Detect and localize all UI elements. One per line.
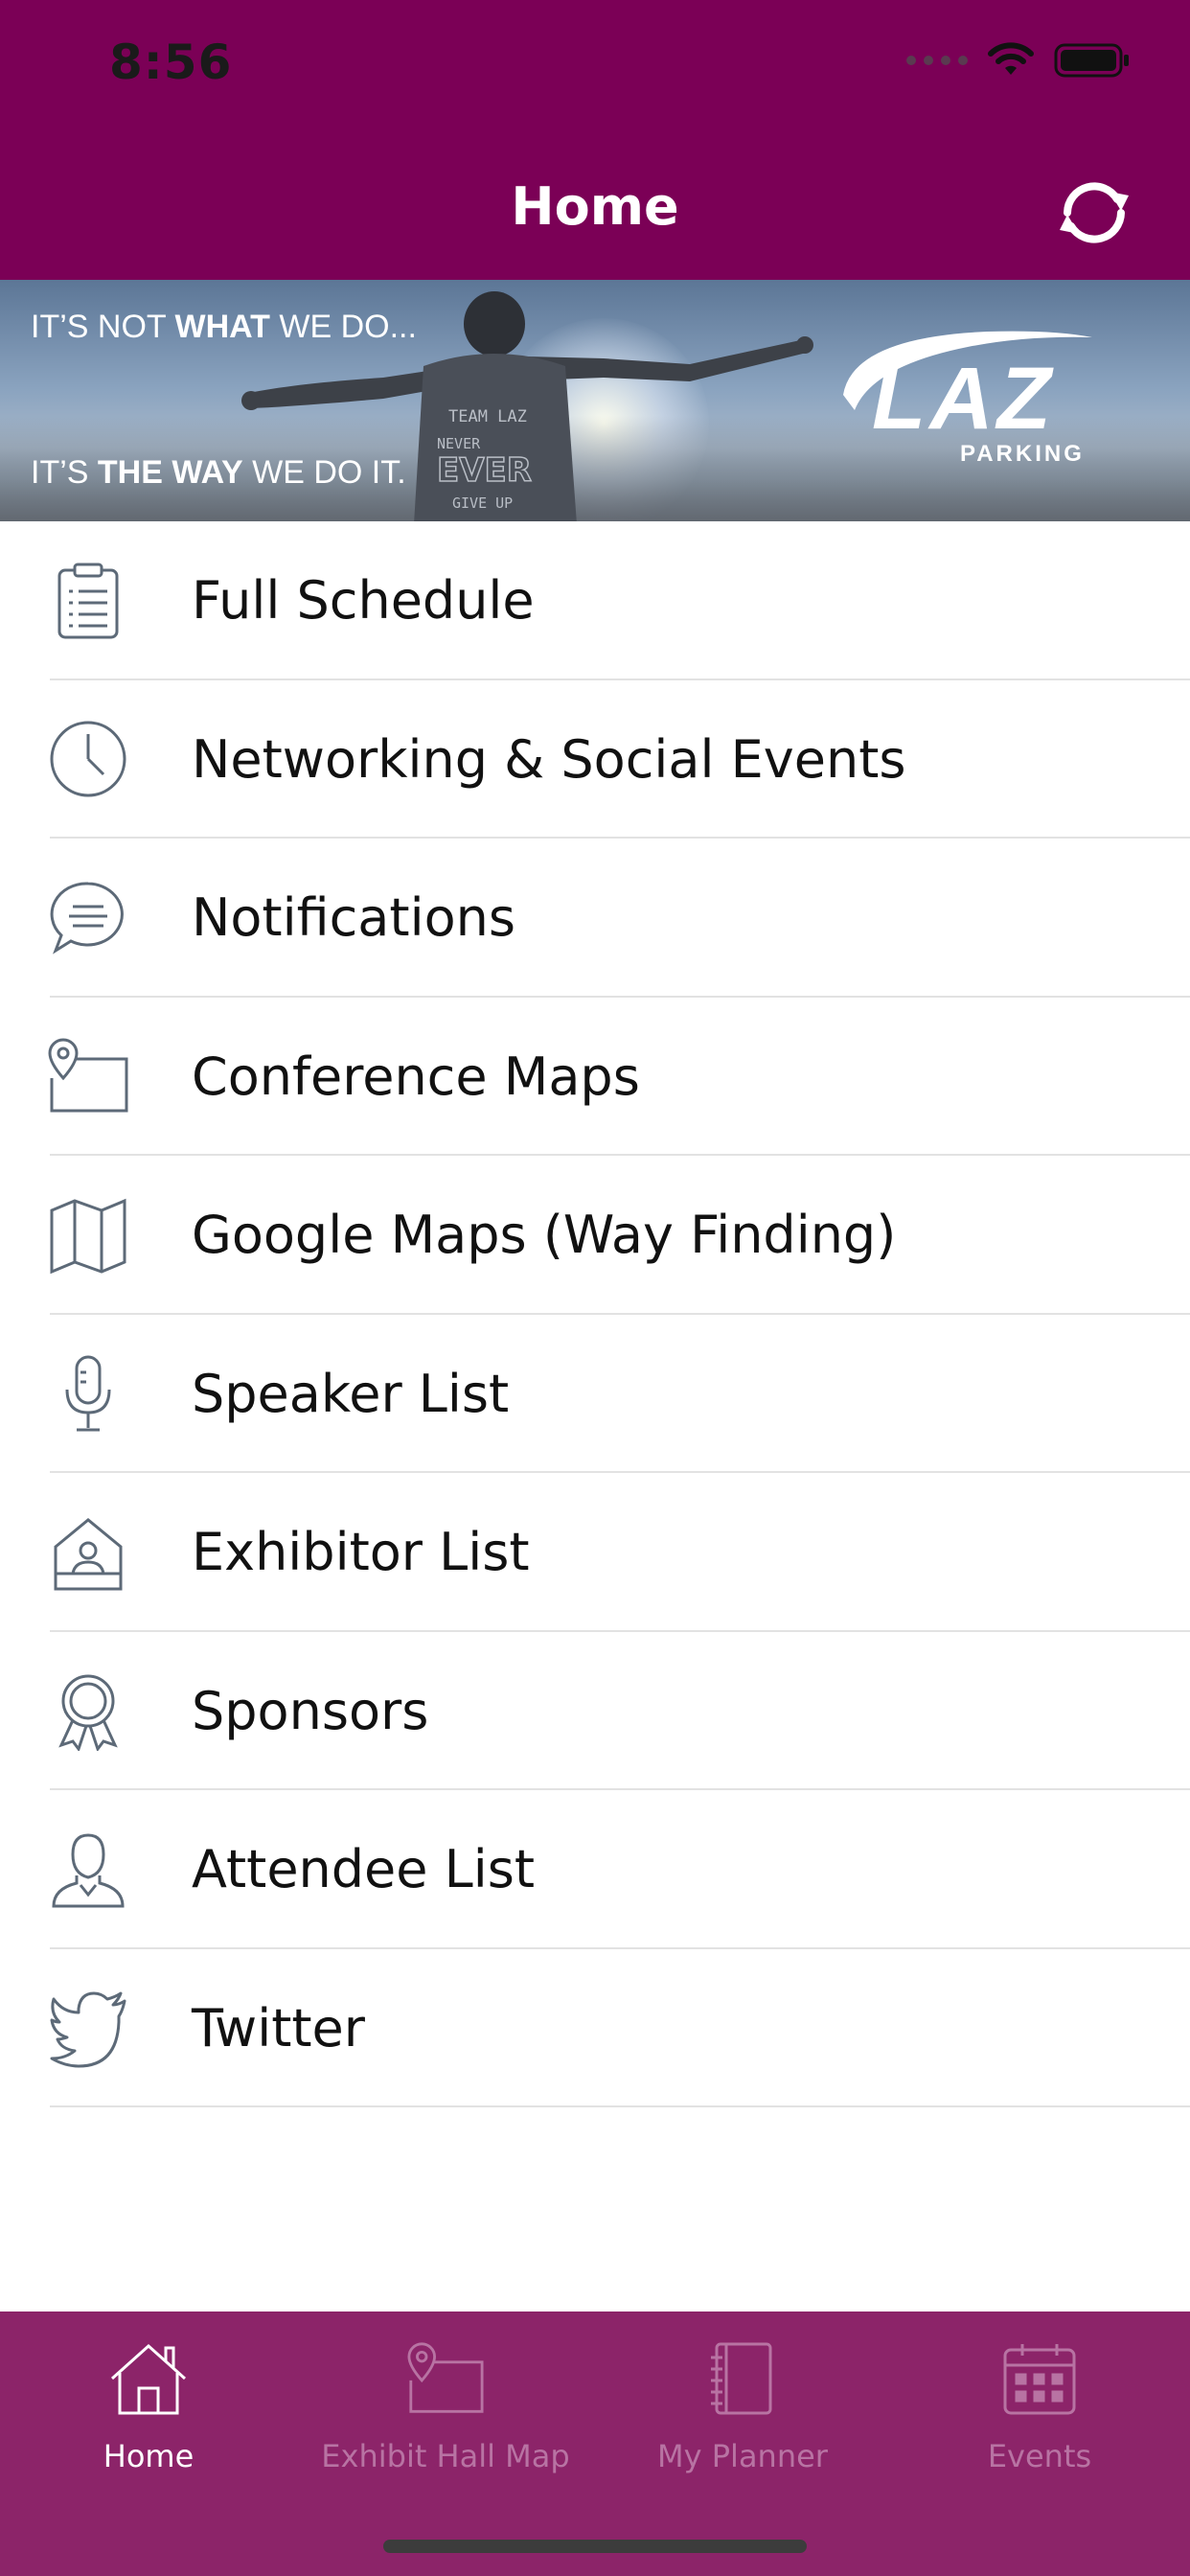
refresh-button[interactable] <box>1050 169 1138 257</box>
menu-item-label: Speaker List <box>192 1363 510 1424</box>
map-pin-card-icon <box>403 2336 488 2421</box>
home-menu-list: Full Schedule Networking & Social Events… <box>0 521 1190 2107</box>
menu-item-sponsors[interactable]: Sponsors <box>0 1632 1190 1791</box>
shirt-print: TEAM LAZ <box>448 407 527 426</box>
bottom-tab-bar: Home Exhibit Hall Map My Planner Events <box>0 2312 1190 2576</box>
menu-item-label: Google Maps (Way Finding) <box>192 1205 897 1266</box>
banner-tagline-top: IT’S NOT WHAT WE DO... <box>31 309 417 345</box>
status-indicators <box>906 42 1131 79</box>
laz-logo: LAZ <box>872 350 1055 448</box>
menu-item-exhibitor-list[interactable]: Exhibitor List <box>0 1473 1190 1632</box>
menu-item-label: Exhibitor List <box>192 1522 530 1583</box>
page-title: Home <box>511 176 679 237</box>
notebook-icon <box>700 2336 785 2421</box>
tab-home[interactable]: Home <box>0 2336 297 2518</box>
tab-label: Events <box>987 2438 1092 2474</box>
svg-text:GIVE UP: GIVE UP <box>452 494 513 512</box>
banner-tagline-bottom: IT’S THE WAY WE DO IT. <box>31 454 406 491</box>
clipboard-list-icon <box>46 559 130 643</box>
menu-item-notifications[interactable]: Notifications <box>0 839 1190 998</box>
menu-item-label: Networking & Social Events <box>192 728 906 790</box>
menu-item-google-maps[interactable]: Google Maps (Way Finding) <box>0 1156 1190 1315</box>
chat-bubble-icon <box>46 876 130 960</box>
microphone-icon <box>46 1351 130 1436</box>
status-time: 8:56 <box>109 34 233 90</box>
tab-my-planner[interactable]: My Planner <box>594 2336 891 2518</box>
wifi-icon <box>988 42 1034 75</box>
menu-item-networking-social-events[interactable]: Networking & Social Events <box>0 680 1190 840</box>
person-icon <box>46 1828 130 1912</box>
clock-icon <box>46 717 130 801</box>
home-icon <box>106 2336 191 2421</box>
tab-label: My Planner <box>657 2438 828 2474</box>
menu-item-label: Sponsors <box>192 1680 429 1741</box>
folded-map-icon <box>46 1193 130 1277</box>
menu-item-label: Twitter <box>192 1997 365 2058</box>
tab-exhibit-hall-map[interactable]: Exhibit Hall Map <box>297 2336 594 2518</box>
tab-events[interactable]: Events <box>891 2336 1188 2518</box>
map-pin-card-icon <box>46 1034 130 1118</box>
svg-text:NEVER: NEVER <box>437 435 481 452</box>
svg-text:EVER: EVER <box>437 451 532 490</box>
menu-item-attendee-list[interactable]: Attendee List <box>0 1790 1190 1949</box>
tab-label: Exhibit Hall Map <box>321 2438 570 2474</box>
laz-logo-subtext: PARKING <box>960 441 1085 467</box>
menu-item-label: Notifications <box>192 887 515 949</box>
exhibitor-booth-icon <box>46 1510 130 1595</box>
twitter-bird-icon <box>46 1986 130 2070</box>
top-bar: 8:56 Home <box>0 0 1190 280</box>
menu-item-twitter[interactable]: Twitter <box>0 1949 1190 2108</box>
menu-item-label: Attendee List <box>192 1839 536 1900</box>
award-ribbon-icon <box>46 1668 130 1753</box>
tab-label: Home <box>103 2438 195 2474</box>
menu-item-label: Full Schedule <box>192 570 535 632</box>
home-indicator[interactable] <box>383 2540 807 2553</box>
menu-item-conference-maps[interactable]: Conference Maps <box>0 998 1190 1157</box>
cellular-signal-icon <box>906 56 968 65</box>
menu-item-label: Conference Maps <box>192 1046 640 1107</box>
refresh-icon <box>1060 182 1129 243</box>
promo-banner: TEAM LAZ NEVER EVER GIVE UP IT’S NOT WHA… <box>0 280 1190 521</box>
menu-item-full-schedule[interactable]: Full Schedule <box>0 521 1190 680</box>
battery-icon <box>1054 43 1129 78</box>
menu-item-speaker-list[interactable]: Speaker List <box>0 1315 1190 1474</box>
calendar-icon <box>997 2336 1082 2421</box>
